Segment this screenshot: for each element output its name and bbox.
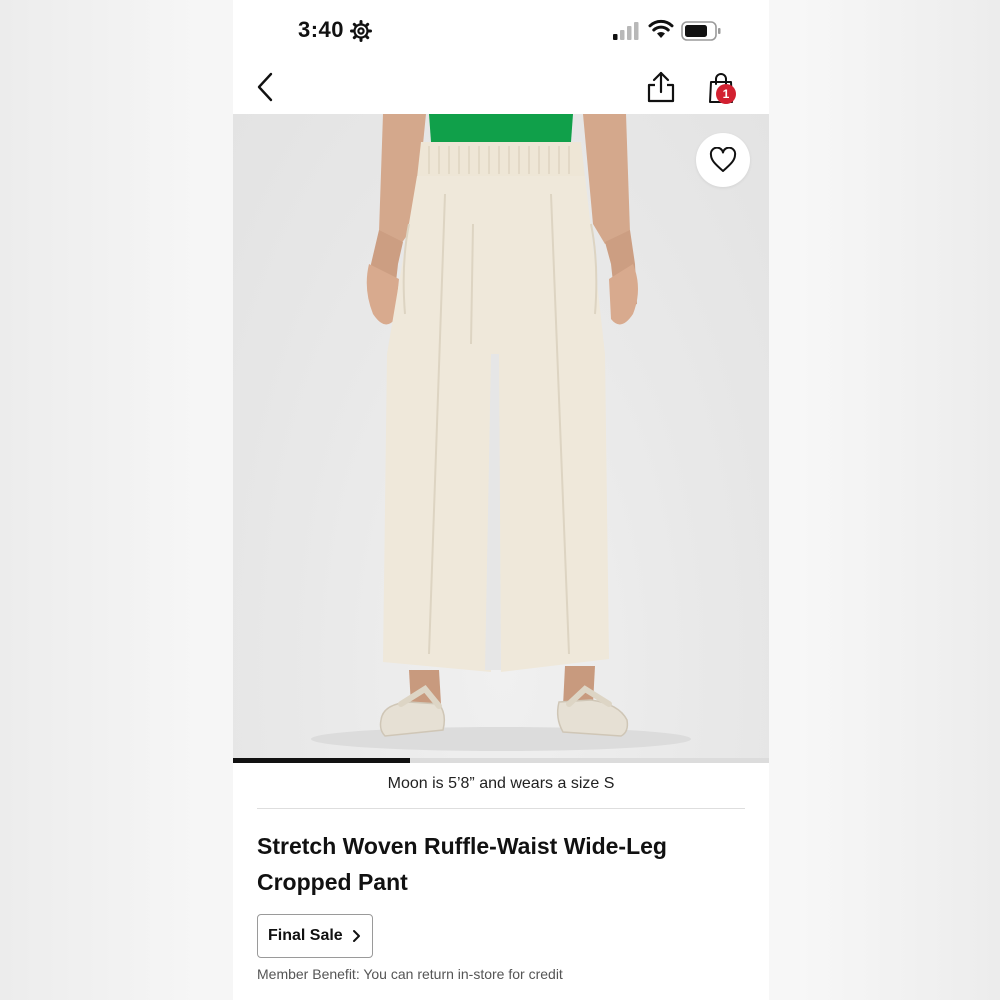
share-icon: [647, 71, 675, 103]
final-sale-label: Final Sale: [268, 927, 343, 944]
wifi-icon: [648, 19, 674, 38]
gallery-progress-bar: [233, 758, 769, 763]
cart-count-badge: 1: [716, 84, 736, 104]
chevron-right-icon: [352, 930, 360, 942]
status-time: 3:40: [298, 17, 345, 42]
product-photo-illustration: [311, 114, 691, 751]
nav-bar: [233, 62, 769, 115]
gallery-progress-fill: [233, 758, 410, 763]
share-button[interactable]: [645, 70, 677, 104]
final-sale-button[interactable]: Final Sale: [257, 914, 373, 958]
heart-icon: [709, 147, 737, 172]
gear-icon: [350, 20, 372, 42]
signal-icon: [613, 22, 639, 40]
status-bar: 3:40: [233, 0, 769, 62]
phone-screen: 3:40 1 Moon is 5’8” and wears a size S S…: [233, 0, 769, 1000]
battery-icon: [681, 21, 721, 41]
product-image[interactable]: [233, 114, 769, 760]
chevron-left-icon: [257, 72, 273, 102]
back-button[interactable]: [251, 70, 281, 104]
model-size-info: Moon is 5’8” and wears a size S: [387, 775, 615, 792]
wishlist-button[interactable]: [696, 133, 750, 187]
product-title: Stretch Woven Ruffle-Waist Wide-Leg Crop…: [257, 833, 667, 895]
member-benefit-text: Member Benefit: You can return in-store …: [257, 966, 563, 982]
divider: [257, 808, 745, 809]
